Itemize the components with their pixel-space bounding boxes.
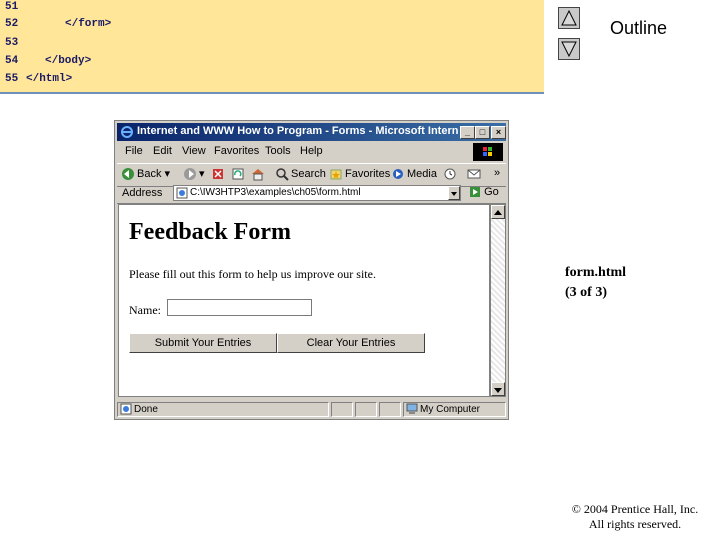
go-arrow-icon xyxy=(470,187,480,198)
code-text: </html> xyxy=(26,73,73,85)
address-dropdown-button[interactable] xyxy=(448,186,460,200)
status-cell-empty xyxy=(355,402,377,417)
menu-view[interactable]: View xyxy=(182,145,206,157)
copyright: © 2004 Prentice Hall, Inc. All rights re… xyxy=(560,502,710,532)
triangle-up-icon xyxy=(561,10,577,26)
security-zone: My Computer xyxy=(403,402,506,417)
favorites-label: Favorites xyxy=(345,167,391,180)
reset-button[interactable]: Clear Your Entries xyxy=(277,333,425,353)
next-slide-button[interactable] xyxy=(558,38,580,60)
mail-icon xyxy=(467,169,481,179)
menu-bar: File Edit View Favorites Tools Help xyxy=(117,143,506,161)
browser-window: Internet and WWW How to Program - Forms … xyxy=(114,120,509,420)
chevron-up-icon xyxy=(494,210,502,215)
vertical-scrollbar[interactable] xyxy=(490,204,506,397)
favorites-icon xyxy=(330,169,342,180)
maximize-button[interactable]: □ xyxy=(475,126,490,139)
home-button[interactable] xyxy=(251,167,267,181)
go-button[interactable]: Go xyxy=(469,186,499,198)
home-icon xyxy=(252,169,264,181)
page-heading: Feedback Form xyxy=(129,219,291,245)
history-icon xyxy=(444,168,456,180)
status-bar: Done My Computer xyxy=(117,401,506,418)
address-label: Address xyxy=(122,187,163,199)
go-label: Go xyxy=(484,186,499,198)
triangle-down-icon xyxy=(561,41,577,57)
back-arrow-icon xyxy=(122,168,134,181)
page-caption: (3 of 3) xyxy=(565,285,607,300)
favorites-button[interactable]: Favorites xyxy=(329,167,390,181)
line-number: 52 xyxy=(5,18,19,30)
search-icon xyxy=(276,168,289,181)
search-label: Search xyxy=(291,167,326,180)
close-button[interactable]: × xyxy=(491,126,506,139)
window-title: Internet and WWW How to Program - Forms … xyxy=(137,125,459,137)
scroll-down-button[interactable] xyxy=(491,382,505,396)
outline-title[interactable]: Outline xyxy=(610,18,667,39)
title-bar[interactable]: Internet and WWW How to Program - Forms … xyxy=(117,123,506,141)
address-value: C:\IW3HTP3\examples\ch05\form.html xyxy=(190,187,361,198)
code-text: </body> xyxy=(45,55,92,67)
chevron-down-icon xyxy=(451,192,457,196)
submit-button[interactable]: Submit Your Entries xyxy=(129,333,277,353)
menu-tools[interactable]: Tools xyxy=(265,145,291,157)
toolbar-chevron[interactable]: » xyxy=(494,167,500,179)
media-icon xyxy=(393,169,403,179)
status-cell-empty xyxy=(379,402,401,417)
forward-button[interactable]: ▾ xyxy=(183,167,205,181)
copyright-line: © 2004 Prentice Hall, Inc. xyxy=(571,502,699,516)
zone-text: My Computer xyxy=(420,404,481,415)
refresh-button[interactable] xyxy=(231,167,247,181)
stop-icon xyxy=(213,169,223,179)
computer-icon xyxy=(406,403,418,415)
status-text: Done xyxy=(134,404,158,415)
refresh-icon xyxy=(232,168,244,180)
file-caption: form.html xyxy=(565,265,627,280)
address-input[interactable]: C:\IW3HTP3\examples\ch05\form.html xyxy=(173,185,461,201)
page-icon xyxy=(176,187,188,199)
menu-favorites[interactable]: Favorites xyxy=(214,145,259,157)
page-done-icon xyxy=(120,403,132,415)
mail-button[interactable] xyxy=(467,167,483,181)
minimize-button[interactable]: _ xyxy=(460,126,475,139)
line-number: 53 xyxy=(5,37,19,49)
media-label: Media xyxy=(407,167,437,180)
name-label: Name: xyxy=(129,303,161,317)
name-field[interactable] xyxy=(167,299,312,316)
menu-file[interactable]: File xyxy=(125,145,143,157)
copyright-line: All rights reserved. xyxy=(588,517,682,531)
internet-explorer-icon xyxy=(121,126,133,138)
previous-slide-button[interactable] xyxy=(558,7,580,29)
back-button[interactable]: Back ▾ xyxy=(121,167,170,181)
status-main: Done xyxy=(117,402,329,417)
menu-help[interactable]: Help xyxy=(300,145,323,157)
code-text: </form> xyxy=(65,18,112,30)
windows-logo-icon xyxy=(473,143,503,161)
back-label: Back xyxy=(137,168,162,180)
forward-arrow-icon xyxy=(184,168,196,181)
line-number: 51 xyxy=(5,1,19,13)
line-number: 54 xyxy=(5,55,19,67)
chevron-down-icon xyxy=(494,388,502,393)
search-button[interactable]: Search xyxy=(275,167,326,181)
history-button[interactable] xyxy=(443,167,459,181)
scroll-up-button[interactable] xyxy=(491,205,505,219)
stop-button[interactable] xyxy=(211,167,227,181)
code-listing: 51 52 </form> 53 54 </body> 55 </html> xyxy=(0,0,544,94)
page-viewport: Feedback Form Please fill out this form … xyxy=(118,204,490,397)
menu-edit[interactable]: Edit xyxy=(153,145,172,157)
page-intro: Please fill out this form to help us imp… xyxy=(129,267,376,281)
status-cell-empty xyxy=(331,402,353,417)
address-bar: Address C:\IW3HTP3\examples\ch05\form.ht… xyxy=(117,183,506,204)
media-button[interactable]: Media xyxy=(391,167,437,181)
